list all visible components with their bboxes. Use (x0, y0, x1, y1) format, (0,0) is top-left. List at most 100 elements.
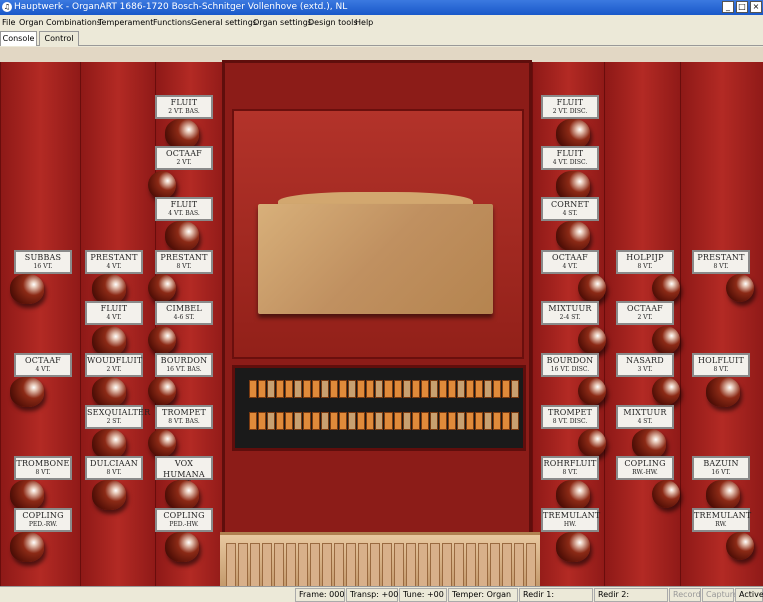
stop-knob[interactable] (165, 221, 199, 251)
stop-label: FLUIT 4 VT. (85, 301, 143, 325)
manual-rugwerk[interactable] (249, 380, 519, 398)
status-redir2: Redir 2: (594, 588, 668, 602)
stop-knob[interactable] (10, 377, 44, 407)
pedal-key[interactable] (466, 543, 476, 586)
status-record[interactable]: Record (669, 588, 701, 602)
pedal-key[interactable] (370, 543, 380, 586)
stop-knob[interactable] (652, 480, 680, 508)
pedal-key[interactable] (274, 543, 284, 586)
menu-organ[interactable]: Organ (19, 16, 44, 29)
menu-functions[interactable]: Functions (153, 16, 191, 29)
stop-knob[interactable] (165, 480, 199, 510)
stop-knob[interactable] (726, 532, 754, 560)
stop-knob[interactable] (556, 221, 590, 251)
pedal-key[interactable] (514, 543, 524, 586)
stop-knob[interactable] (652, 326, 680, 354)
stop-knob[interactable] (148, 377, 176, 405)
organ-icon: ♫ (2, 2, 12, 12)
tab-console[interactable]: Console (0, 31, 37, 46)
stop-label: OCTAAF 4 VT. (14, 353, 72, 377)
menu-organ-settings[interactable]: Organ settings (253, 16, 312, 29)
stop-knob[interactable] (10, 532, 44, 562)
pedal-key[interactable] (250, 543, 260, 586)
stop-knob[interactable] (10, 480, 44, 510)
pedal-key[interactable] (238, 543, 248, 586)
pedal-key[interactable] (322, 543, 332, 586)
stop-knob[interactable] (165, 532, 199, 562)
stop-knob[interactable] (578, 377, 606, 405)
minimize-button[interactable]: _ (722, 1, 734, 13)
menu-general-settings[interactable]: General settings (191, 16, 257, 29)
menu-combinations[interactable]: Combinations (46, 16, 101, 29)
stop-knob[interactable] (165, 119, 199, 149)
pedal-key[interactable] (334, 543, 344, 586)
maximize-button[interactable]: □ (736, 1, 748, 13)
stop-knob[interactable] (706, 480, 740, 510)
stop-label: COPLING RW.-HW. (616, 456, 674, 480)
status-active: Active (735, 588, 763, 602)
stop-label: COPLING PED.-RW. (14, 508, 72, 532)
pedal-key[interactable] (310, 543, 320, 586)
stop-knob[interactable] (706, 377, 740, 407)
pedalboard[interactable] (220, 532, 540, 586)
stop-knob[interactable] (148, 326, 176, 354)
pedal-key[interactable] (298, 543, 308, 586)
pedal-key[interactable] (442, 543, 452, 586)
stop-knob[interactable] (556, 119, 590, 149)
stop-knob[interactable] (92, 480, 126, 510)
stop-label: TREMULANT RW. (692, 508, 751, 532)
stop-knob[interactable] (556, 532, 590, 562)
stop-label: HOLFLUIT 8 VT. (692, 353, 750, 377)
stop-label: FLUIT 2 VT. BAS. (155, 95, 213, 119)
stop-knob[interactable] (10, 274, 44, 304)
pedal-key[interactable] (478, 543, 488, 586)
pedal-key[interactable] (262, 543, 272, 586)
stop-label: SUBBAS 16 VT. (14, 250, 72, 274)
stop-knob[interactable] (148, 171, 176, 199)
stop-knob[interactable] (652, 377, 680, 405)
menu-help[interactable]: Help (355, 16, 373, 29)
pedal-key[interactable] (418, 543, 428, 586)
music-desk (258, 192, 493, 317)
stop-knob[interactable] (92, 377, 126, 407)
menu-file[interactable]: File (2, 16, 15, 29)
pedal-key[interactable] (394, 543, 404, 586)
pedal-key[interactable] (346, 543, 356, 586)
menu-temperament[interactable]: Temperament (98, 16, 153, 29)
pedal-key[interactable] (502, 543, 512, 586)
stop-label: FLUIT 4 VT. BAS. (155, 197, 213, 221)
pedal-key[interactable] (406, 543, 416, 586)
stop-knob[interactable] (92, 429, 126, 459)
stop-label: MIXTUUR 4 ST. (616, 405, 674, 429)
stop-knob[interactable] (652, 274, 680, 302)
stop-knob[interactable] (726, 274, 754, 302)
manual-hoofdwerk[interactable] (249, 412, 519, 430)
stop-knob[interactable] (578, 429, 606, 457)
stop-knob[interactable] (92, 274, 126, 304)
pedal-key[interactable] (286, 543, 296, 586)
stop-knob[interactable] (148, 274, 176, 302)
pedal-key[interactable] (382, 543, 392, 586)
stop-knob[interactable] (556, 480, 590, 510)
stop-label: TREMULANT HW. (541, 508, 600, 532)
stop-label: VOX HUMANA8 VT. (155, 456, 213, 487)
stop-label: PRESTANT 8 VT. (692, 250, 750, 274)
stop-label: PRESTANT 4 VT. (85, 250, 143, 274)
menu-design-tools[interactable]: Design tools (308, 16, 357, 29)
stop-knob[interactable] (148, 429, 176, 457)
pedal-key[interactable] (226, 543, 236, 586)
pedal-key[interactable] (358, 543, 368, 586)
pedal-key[interactable] (454, 543, 464, 586)
status-capture[interactable]: Capture (702, 588, 738, 602)
stop-label: HOLPIJP 8 VT. (616, 250, 674, 274)
stop-label: BAZUIN 16 VT. (692, 456, 750, 480)
stop-knob[interactable] (578, 274, 606, 302)
stop-knob[interactable] (632, 429, 666, 459)
tab-control[interactable]: Control (39, 31, 79, 46)
pedal-key[interactable] (526, 543, 536, 586)
stop-knob[interactable] (92, 326, 126, 356)
pedal-key[interactable] (430, 543, 440, 586)
stop-knob[interactable] (578, 326, 606, 354)
close-button[interactable]: × (750, 1, 762, 13)
pedal-key[interactable] (490, 543, 500, 586)
